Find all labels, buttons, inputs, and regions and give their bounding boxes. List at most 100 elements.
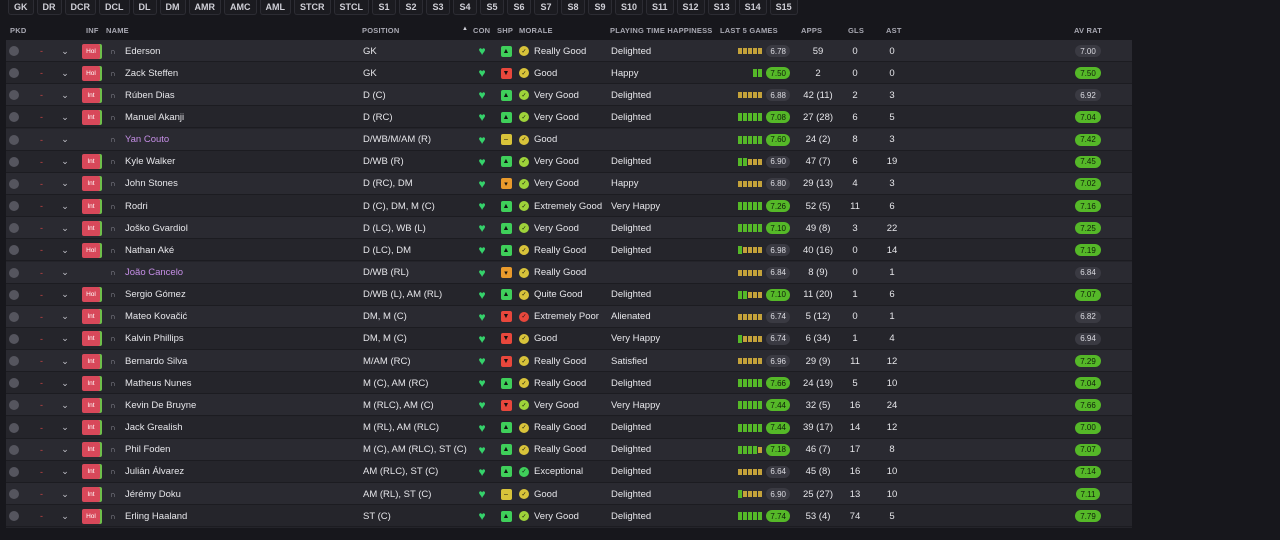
chevron-down-icon[interactable]: ⌄ <box>56 417 74 439</box>
position-chip[interactable]: S10 <box>615 0 644 15</box>
chevron-down-icon[interactable]: ⌄ <box>56 239 74 261</box>
chevron-down-icon[interactable]: ⌄ <box>56 439 74 461</box>
position-chip[interactable]: GK <box>8 0 34 15</box>
player-name[interactable]: ∩ Nathan Aké <box>110 239 340 261</box>
position-chip[interactable]: S4 <box>453 0 477 15</box>
pick-toggle-icon[interactable] <box>9 106 21 128</box>
col-pkd[interactable]: PKD <box>10 26 26 35</box>
pick-toggle-icon[interactable] <box>9 62 21 84</box>
pick-toggle-icon[interactable] <box>9 173 21 195</box>
position-chip[interactable]: AML <box>259 0 291 15</box>
pick-toggle-icon[interactable] <box>9 239 21 261</box>
pick-toggle-icon[interactable] <box>9 262 21 284</box>
pick-toggle-icon[interactable] <box>9 195 21 217</box>
player-name[interactable]: ∩ Ederson <box>110 40 340 62</box>
player-name[interactable]: ∩ Zack Steffen <box>110 62 340 84</box>
pick-toggle-icon[interactable] <box>9 350 21 372</box>
position-chip[interactable]: AMC <box>224 0 257 15</box>
col-avrat[interactable]: AV RAT <box>1074 26 1102 35</box>
col-inf[interactable]: INF <box>86 26 99 35</box>
chevron-down-icon[interactable]: ⌄ <box>56 394 74 416</box>
pick-toggle-icon[interactable] <box>9 284 21 306</box>
position-chip[interactable]: DCL <box>99 0 130 15</box>
player-name[interactable]: ∩ Bernardo Silva <box>110 350 340 372</box>
position-chip[interactable]: STCL <box>333 0 369 15</box>
position-chip[interactable]: S11 <box>646 0 674 15</box>
table-row[interactable]: - ⌄ Int ∩ Julián Álvarez AM (RLC), ST (C) ♥ ▲ ✓ E… <box>6 460 1132 483</box>
pick-toggle-icon[interactable] <box>9 505 21 527</box>
pick-toggle-icon[interactable] <box>9 439 21 461</box>
col-con[interactable]: CON <box>473 26 490 35</box>
chevron-down-icon[interactable]: ⌄ <box>56 505 74 527</box>
player-name[interactable]: ∩ Kevin De Bruyne <box>110 394 340 416</box>
col-last5[interactable]: LAST 5 GAMES <box>720 26 778 35</box>
table-row[interactable]: - ⌄ Int ∩ Matheus Nunes M (C), AM (RC) ♥ ▲ ✓ Real… <box>6 372 1132 395</box>
col-ast[interactable]: AST <box>886 26 902 35</box>
table-row[interactable]: - ⌄ Hol ∩ Nathan Aké D (LC), DM ♥ ▲ ✓ Really Good… <box>6 239 1132 262</box>
chevron-down-icon[interactable]: ⌄ <box>56 195 74 217</box>
pick-toggle-icon[interactable] <box>9 461 21 483</box>
chevron-down-icon[interactable]: ⌄ <box>56 284 74 306</box>
table-row[interactable]: - ⌄ Int ∩ Mateo Kovačić DM, M (C) ♥ ▼ ✓ Extremely… <box>6 305 1132 328</box>
player-name[interactable]: ∩ João Cancelo <box>110 262 340 284</box>
col-shp[interactable]: SHP <box>497 26 513 35</box>
chevron-down-icon[interactable]: ⌄ <box>56 217 74 239</box>
position-chip[interactable]: S13 <box>707 0 736 15</box>
player-name[interactable]: ∩ Joško Gvardiol <box>110 217 340 239</box>
chevron-down-icon[interactable]: ⌄ <box>56 173 74 195</box>
player-name[interactable]: ∩ Jérémy Doku <box>110 483 340 505</box>
pick-toggle-icon[interactable] <box>9 217 21 239</box>
table-row[interactable]: - ⌄ Int ∩ Jack Grealish M (RL), AM (RLC) ♥ ▲ ✓ Re… <box>6 416 1132 439</box>
position-chip[interactable]: S7 <box>534 0 558 15</box>
chevron-down-icon[interactable]: ⌄ <box>56 40 74 62</box>
table-row[interactable]: - ⌄ Int ∩ Manuel Akanji D (RC) ♥ ▲ ✓ Very Good Del… <box>6 106 1132 129</box>
position-chip[interactable]: STCR <box>294 0 331 15</box>
pick-toggle-icon[interactable] <box>9 372 21 394</box>
pick-toggle-icon[interactable] <box>9 306 21 328</box>
player-name[interactable]: ∩ Mateo Kovačić <box>110 306 340 328</box>
player-name[interactable]: ∩ Kyle Walker <box>110 151 340 173</box>
table-row[interactable]: - ⌄ Int ∩ Rúben Dias D (C) ♥ ▲ ✓ Very Good Delight… <box>6 84 1132 107</box>
table-row[interactable]: - ⌄ Hol ∩ Zack Steffen GK ♥ ▼ ✓ Good Happy 7.50 2 0 0 7… <box>6 62 1132 85</box>
position-chip[interactable]: DR <box>36 0 62 15</box>
player-name[interactable]: ∩ Matheus Nunes <box>110 372 340 394</box>
pick-toggle-icon[interactable] <box>9 40 21 62</box>
col-apps[interactable]: APPS <box>801 26 822 35</box>
player-name[interactable]: ∩ Manuel Akanji <box>110 106 340 128</box>
player-name[interactable]: ∩ Erling Haaland <box>110 505 340 527</box>
position-chip[interactable]: S2 <box>399 0 423 15</box>
pick-toggle-icon[interactable] <box>9 417 21 439</box>
chevron-down-icon[interactable]: ⌄ <box>56 328 74 350</box>
position-chip[interactable]: S6 <box>507 0 531 15</box>
player-name[interactable]: ∩ Julián Álvarez <box>110 461 340 483</box>
position-chip[interactable]: AMR <box>188 0 221 15</box>
table-row[interactable]: - ⌄ Int ∩ John Stones D (RC), DM ♥ ▾ ✓ Very Good H… <box>6 172 1132 195</box>
chevron-down-icon[interactable]: ⌄ <box>56 461 74 483</box>
player-name[interactable]: ∩ Sergio Gómez <box>110 284 340 306</box>
position-chip[interactable]: S3 <box>426 0 450 15</box>
pick-toggle-icon[interactable] <box>9 394 21 416</box>
position-chip[interactable]: DCR <box>64 0 96 15</box>
table-row[interactable]: - ⌄ ∩ João Cancelo D/WB (RL) ♥ ▾ ✓ Really Good 6.… <box>6 261 1132 284</box>
table-row[interactable]: - ⌄ Int ∩ Joško Gvardiol D (LC), WB (L) ♥ ▲ ✓ Ver… <box>6 217 1132 240</box>
chevron-down-icon[interactable]: ⌄ <box>56 62 74 84</box>
chevron-down-icon[interactable]: ⌄ <box>56 483 74 505</box>
player-name[interactable]: ∩ Rodri <box>110 195 340 217</box>
table-row[interactable]: - ⌄ Int ∩ Kevin De Bruyne M (RLC), AM (C) ♥ ▼ ✓ V… <box>6 394 1132 417</box>
position-chip[interactable]: S15 <box>769 0 798 15</box>
position-chip[interactable]: S14 <box>738 0 767 15</box>
chevron-down-icon[interactable]: ⌄ <box>56 129 74 151</box>
chevron-down-icon[interactable]: ⌄ <box>56 372 74 394</box>
table-row[interactable]: - ⌄ Hol ∩ Sergio Gómez D/WB (L), AM (RL) ♥ ▲ ✓ Qu… <box>6 283 1132 306</box>
pick-toggle-icon[interactable] <box>9 151 21 173</box>
player-name[interactable]: ∩ Rúben Dias <box>110 84 340 106</box>
col-happiness[interactable]: PLAYING TIME HAPPINESS <box>610 26 712 35</box>
table-row[interactable]: - ⌄ Hol ∩ Ederson GK ♥ ▲ ✓ Really Good Delighted 6.… <box>6 40 1132 62</box>
pick-toggle-icon[interactable] <box>9 129 21 151</box>
position-chip[interactable]: DM <box>159 0 186 15</box>
player-name[interactable]: ∩ Kalvin Phillips <box>110 328 340 350</box>
position-chip[interactable]: S8 <box>561 0 585 15</box>
table-row[interactable]: - ⌄ Int ∩ Phil Foden M (C), AM (RLC), ST (C) ♥… <box>6 438 1132 461</box>
chevron-down-icon[interactable]: ⌄ <box>56 306 74 328</box>
table-row[interactable]: - ⌄ Int ∩ Bernardo Silva M/AM (RC) ♥ ▼ ✓ Really G… <box>6 350 1132 373</box>
